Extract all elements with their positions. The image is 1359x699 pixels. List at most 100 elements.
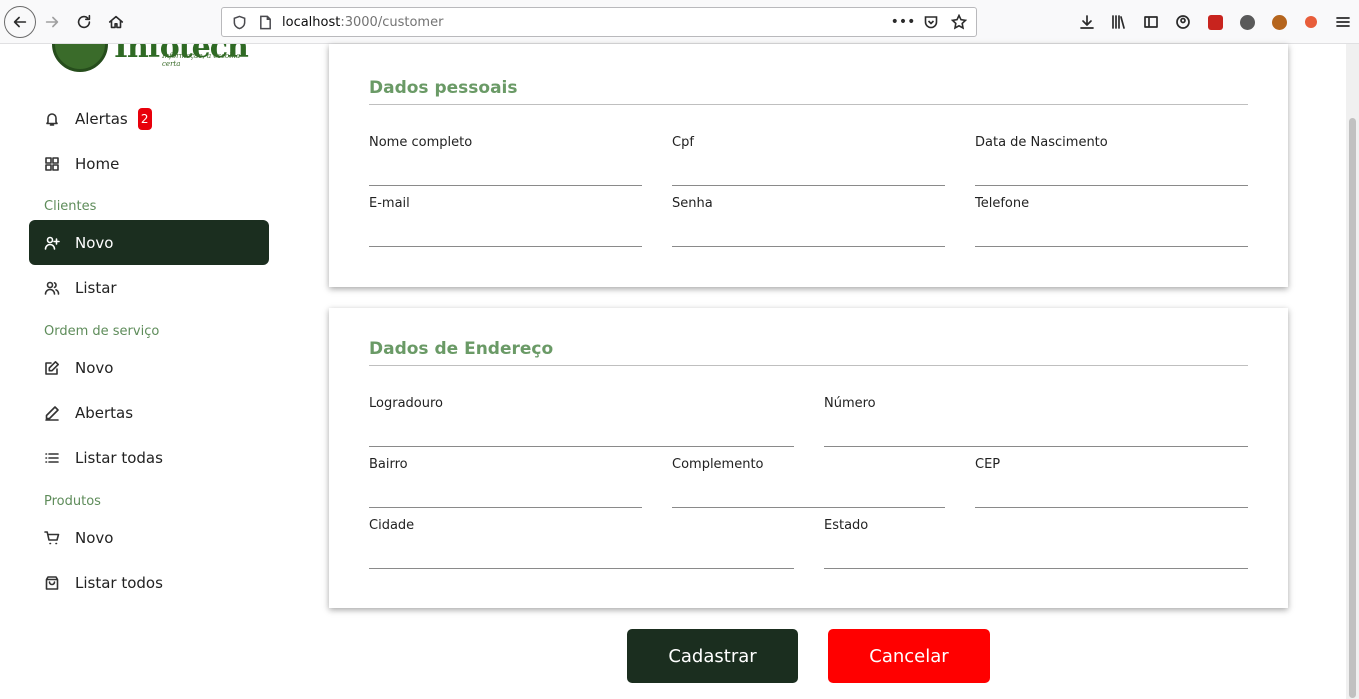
section-title-ordem-de-servico: Ordem de serviço [44, 324, 160, 339]
extension-share-icon [1305, 16, 1317, 28]
nome-completo-input[interactable] [369, 158, 642, 186]
nome-completo-field: Nome completo [369, 135, 642, 186]
complemento-input[interactable] [672, 480, 945, 508]
cidade-input[interactable] [369, 541, 794, 569]
cep-input[interactable] [975, 480, 1248, 508]
sidebar-item-label: Home [75, 154, 120, 173]
field-label: Cpf [672, 135, 694, 150]
personal-data-card: Dados pessoais Nome completo Cpf Data de… [329, 44, 1288, 287]
cpf-input[interactable] [672, 158, 945, 186]
sidebar-item-label: Listar [75, 278, 117, 297]
pocket-icon[interactable] [922, 13, 940, 31]
sidebar-item-os-listar-todas[interactable]: Listar todas [29, 435, 269, 480]
page-scrollbar[interactable] [1346, 44, 1359, 699]
bag-icon [43, 574, 61, 592]
edit-icon [43, 359, 61, 377]
address-bar[interactable]: localhost:3000/customer ••• [221, 7, 977, 37]
list-icon [43, 449, 61, 467]
field-label: Cidade [369, 518, 415, 533]
email-input[interactable] [369, 219, 642, 247]
field-label: Logradouro [369, 396, 443, 411]
address-divider [369, 365, 1248, 366]
extension-gray-icon [1239, 14, 1255, 30]
menu-button[interactable] [1327, 10, 1359, 34]
pen-icon [43, 404, 61, 422]
data-nascimento-input[interactable] [975, 158, 1248, 186]
field-label: Nome completo [369, 135, 473, 150]
sidebar-item-produtos-novo[interactable]: Novo [29, 515, 269, 560]
logradouro-input[interactable] [369, 419, 794, 447]
user-plus-icon [43, 234, 61, 252]
extension-button-2[interactable] [1231, 10, 1263, 34]
sidebar-icon [1144, 16, 1158, 28]
download-icon [1080, 15, 1094, 29]
url-text[interactable]: localhost:3000/customer [282, 15, 443, 30]
browser-toolbar: localhost:3000/customer ••• [0, 0, 1359, 44]
grid-icon [43, 155, 61, 173]
bell-icon [43, 110, 61, 128]
email-field: E-mail [369, 196, 642, 247]
logo[interactable]: Infotech Informação, a escolha certa [50, 44, 250, 74]
logradouro-field: Logradouro [369, 396, 794, 447]
field-label: Senha [672, 196, 713, 211]
cidade-field: Cidade [369, 518, 794, 569]
bookmark-star-icon[interactable] [950, 13, 968, 31]
bairro-input[interactable] [369, 480, 642, 508]
bairro-field: Bairro [369, 457, 642, 508]
arrow-left-icon [13, 16, 27, 28]
field-label: Data de Nascimento [975, 135, 1108, 150]
scrollbar-thumb[interactable] [1349, 118, 1356, 698]
sidebar-item-os-novo[interactable]: Novo [29, 345, 269, 390]
sidebar-item-label: Listar todos [75, 573, 163, 592]
field-label: Complemento [672, 457, 764, 472]
telefone-input[interactable] [975, 219, 1248, 247]
alerts-badge: 2 [137, 107, 152, 130]
field-label: CEP [975, 457, 1001, 472]
extension-button-4[interactable] [1295, 10, 1327, 34]
back-button[interactable] [4, 6, 36, 38]
sidebar-item-label: Novo [75, 528, 114, 547]
sidebar-toggle-button[interactable] [1135, 10, 1167, 34]
extension-button-1[interactable] [1199, 10, 1231, 34]
reload-icon [77, 14, 91, 29]
sidebar: Infotech Informação, a escolha certa Ale… [0, 44, 300, 699]
address-title: Dados de Endereço [369, 339, 554, 359]
page-info-icon[interactable] [256, 13, 274, 31]
personal-data-title: Dados pessoais [369, 78, 518, 98]
sidebar-item-clientes-listar[interactable]: Listar [29, 265, 269, 310]
home-button[interactable] [102, 8, 130, 36]
download-button[interactable] [1071, 10, 1103, 34]
cpf-field: Cpf [672, 135, 945, 186]
section-title-clientes: Clientes [44, 199, 97, 214]
sidebar-item-label: Novo [75, 358, 114, 377]
account-button[interactable] [1167, 10, 1199, 34]
sidebar-item-clientes-novo[interactable]: Novo [29, 220, 269, 265]
home-icon [108, 15, 124, 29]
numero-field: Número [824, 396, 1248, 447]
sidebar-item-home[interactable]: Home [29, 141, 269, 186]
sidebar-item-produtos-listar-todos[interactable]: Listar todos [29, 560, 269, 605]
cep-field: CEP [975, 457, 1248, 508]
sidebar-item-os-abertas[interactable]: Abertas [29, 390, 269, 435]
data-nascimento-field: Data de Nascimento [975, 135, 1248, 186]
cadastrar-button[interactable]: Cadastrar [627, 629, 798, 683]
extension-button-3[interactable] [1263, 10, 1295, 34]
library-icon [1112, 15, 1125, 29]
numero-input[interactable] [824, 419, 1248, 447]
forward-button[interactable] [38, 8, 66, 36]
sidebar-item-label: Abertas [75, 403, 134, 422]
senha-input[interactable] [672, 219, 945, 247]
telefone-field: Telefone [975, 196, 1248, 247]
reload-button[interactable] [70, 8, 98, 36]
address-card: Dados de Endereço Logradouro Número Bair… [329, 308, 1288, 608]
sidebar-item-alertas[interactable]: Alertas 2 [29, 96, 269, 141]
more-actions-icon[interactable]: ••• [891, 13, 916, 31]
library-button[interactable] [1103, 10, 1135, 34]
account-icon [1176, 15, 1190, 29]
estado-input[interactable] [824, 541, 1248, 569]
shield-icon[interactable] [230, 13, 248, 31]
field-label: Número [824, 396, 876, 411]
cancelar-button[interactable]: Cancelar [828, 629, 990, 683]
personal-data-divider [369, 104, 1248, 105]
hamburger-menu-icon [1336, 17, 1350, 27]
